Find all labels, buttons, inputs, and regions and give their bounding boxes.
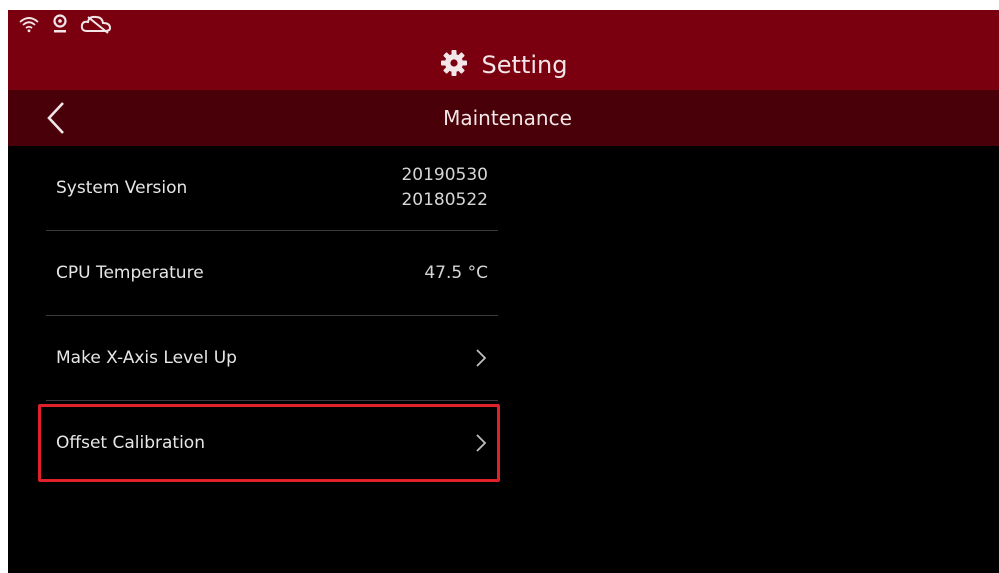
x-axis-level-up-item[interactable]: Make X-Axis Level Up [46,316,498,401]
wifi-icon [18,15,40,33]
x-axis-level-up-label: Make X-Axis Level Up [56,348,237,368]
firmware-version: 20190530 [401,165,488,185]
cpu-temperature-label: CPU Temperature [56,263,204,283]
offset-calibration-item[interactable]: Offset Calibration [46,401,498,485]
printer-screen: Setting Maintenance System Version 20190… [8,10,999,573]
back-arrow-icon [47,102,64,134]
header-bar: Setting [8,10,999,90]
offset-calibration-label: Offset Calibration [56,433,205,453]
section-title: Maintenance [443,106,572,130]
title-area: Setting [8,47,999,83]
system-version-label: System Version [56,178,188,198]
system-build-version: 20180522 [401,190,488,210]
cpu-temperature-row: CPU Temperature 47.5 °C [46,231,498,316]
page-title: Setting [481,51,568,79]
system-version-row: System Version 20190530 20180522 [46,146,498,231]
webcam-icon [52,14,68,34]
chevron-right-icon [476,349,487,367]
maintenance-list: System Version 20190530 20180522 CPU Tem… [46,146,498,485]
cloud-disconnected-icon [80,14,114,34]
sub-header-bar: Maintenance [8,90,999,146]
cpu-temperature-value: 47.5 °C [424,262,488,283]
chevron-right-icon [476,434,487,452]
gear-icon [440,49,468,81]
system-version-values: 20190530 20180522 [401,146,488,230]
back-button[interactable] [36,98,76,138]
status-icons [18,14,114,34]
